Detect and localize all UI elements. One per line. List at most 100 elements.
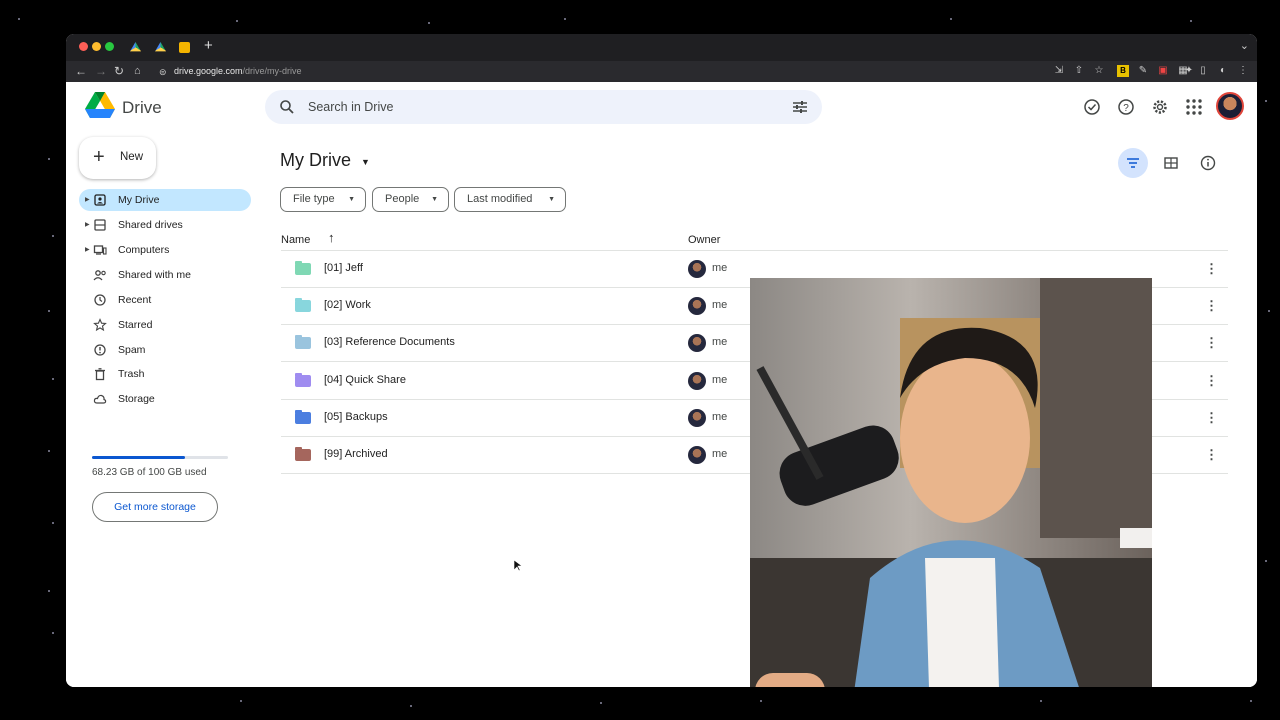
background-dot	[240, 700, 242, 702]
chevron-down-icon: ▼	[431, 196, 438, 203]
my-drive-icon	[94, 194, 106, 206]
details-button[interactable]	[1193, 148, 1223, 178]
share-icon[interactable]: ⇧	[1073, 65, 1085, 77]
background-dot	[48, 310, 50, 312]
tab-search-chevron-icon[interactable]: ⌄	[1240, 39, 1249, 52]
filter-list-icon	[1127, 158, 1139, 168]
profile-icon[interactable]: ◐	[1217, 65, 1229, 77]
sidebar-item-shared-drives[interactable]: ▶ Shared drives	[79, 214, 251, 236]
reload-icon[interactable]: ↻	[114, 64, 124, 78]
more-actions-icon[interactable]: ⋮	[1205, 335, 1218, 351]
more-actions-icon[interactable]: ⋮	[1205, 298, 1218, 314]
clock-icon	[94, 294, 106, 306]
file-name[interactable]: [03] Reference Documents	[324, 336, 455, 348]
sidebar-item-recent[interactable]: Recent	[79, 289, 251, 311]
background-dot	[52, 632, 54, 634]
puzzle-button-icon[interactable]: ✦	[1183, 65, 1195, 77]
filter-people-label: People	[385, 193, 420, 205]
background-dot	[236, 20, 238, 22]
extension-b-icon[interactable]: B	[1117, 65, 1129, 77]
grid-view-button[interactable]	[1156, 148, 1186, 178]
expand-caret-icon[interactable]: ▶	[85, 246, 90, 253]
filter-toggle-button[interactable]	[1118, 148, 1148, 178]
owner-avatar	[688, 260, 706, 278]
new-button[interactable]: + New	[79, 137, 156, 179]
sort-ascending-icon[interactable]: ↑	[328, 230, 335, 245]
column-header-name[interactable]: Name	[281, 234, 310, 246]
filter-people[interactable]: People ▼	[372, 187, 449, 212]
install-icon[interactable]: ⇲	[1053, 65, 1065, 77]
chevron-down-icon: ▼	[548, 196, 555, 203]
more-actions-icon[interactable]: ⋮	[1205, 410, 1218, 426]
filter-last-modified[interactable]: Last modified ▼	[454, 187, 566, 212]
tab-slides[interactable]	[179, 42, 190, 53]
search-input[interactable]: Search in Drive	[308, 100, 393, 114]
svg-text:?: ?	[1123, 103, 1129, 114]
expand-caret-icon[interactable]: ▶	[85, 221, 90, 228]
get-more-storage-button[interactable]: Get more storage	[92, 492, 218, 522]
star-icon	[93, 318, 107, 332]
expand-caret-icon[interactable]: ▶	[85, 196, 90, 203]
background-dot	[1190, 20, 1192, 22]
account-avatar[interactable]	[1216, 92, 1244, 120]
site-info-icon[interactable]: ⊜	[159, 65, 167, 79]
sidebar-item-computers[interactable]: ▶ Computers	[79, 239, 251, 261]
url-field[interactable]: drive.google.com/drive/my-drive	[174, 66, 302, 76]
filter-file-type[interactable]: File type ▼	[280, 187, 366, 212]
browser-menu-icon[interactable]: ⋮	[1237, 65, 1249, 77]
sidebar-item-my-drive[interactable]: ▶ My Drive	[79, 189, 251, 211]
sidebar-item-starred[interactable]: Starred	[79, 314, 251, 336]
side-panel-icon[interactable]: ▯	[1197, 65, 1209, 77]
extension-edit-icon[interactable]: ✎	[1137, 65, 1149, 77]
close-window-button[interactable]	[79, 42, 88, 51]
minimize-window-button[interactable]	[92, 42, 101, 51]
owner-name: me	[712, 373, 728, 386]
url-path: /drive/my-drive	[242, 66, 302, 76]
search-options-icon[interactable]	[792, 100, 808, 114]
webcam-overlay	[750, 278, 1152, 687]
apps-grid-icon[interactable]	[1184, 97, 1204, 117]
page-title[interactable]: My Drive	[280, 150, 351, 171]
extension-red-icon[interactable]: ▣	[1157, 65, 1169, 77]
more-actions-icon[interactable]: ⋮	[1205, 447, 1218, 463]
search-bar[interactable]: Search in Drive	[265, 90, 822, 124]
file-name[interactable]: [01] Jeff	[324, 262, 363, 274]
file-name[interactable]: [04] Quick Share	[324, 374, 406, 386]
sidebar-item-trash[interactable]: Trash	[79, 363, 251, 385]
forward-icon[interactable]: →	[95, 64, 107, 78]
folder-icon	[295, 261, 311, 275]
storage-bar-fill	[92, 456, 185, 459]
file-name[interactable]: [99] Archived	[324, 448, 388, 460]
sidebar-item-spam[interactable]: Spam	[79, 339, 251, 361]
home-icon[interactable]: ⌂	[134, 64, 141, 78]
search-icon[interactable]	[279, 99, 295, 115]
maximize-window-button[interactable]	[105, 42, 114, 51]
tab-drive-2[interactable]	[155, 42, 166, 52]
more-actions-icon[interactable]: ⋮	[1205, 261, 1218, 277]
settings-gear-icon[interactable]	[1150, 97, 1170, 117]
new-tab-button[interactable]: +	[204, 38, 213, 54]
folder-icon	[295, 335, 311, 350]
bookmark-star-icon[interactable]: ☆	[1093, 65, 1105, 77]
owner-name: me	[712, 410, 728, 423]
owner-name: me	[712, 299, 728, 312]
back-icon[interactable]: ←	[75, 64, 87, 78]
drive-app: Drive Search in Drive ? + New ▶ My Drive ▶…	[66, 82, 1257, 687]
sidebar-item-shared-with-me[interactable]: Shared with me	[79, 264, 251, 286]
title-dropdown-icon[interactable]: ▼	[361, 157, 370, 167]
presenter-video-image	[750, 278, 1152, 687]
grid-view-icon	[1164, 157, 1178, 169]
background-dot	[564, 18, 566, 20]
app-title: Drive	[122, 98, 162, 117]
background-dot	[600, 702, 602, 704]
file-name[interactable]: [02] Work	[324, 299, 371, 311]
more-actions-icon[interactable]: ⋮	[1205, 373, 1218, 389]
offline-ready-icon[interactable]	[1082, 97, 1102, 117]
help-icon[interactable]: ?	[1116, 97, 1136, 117]
sidebar-item-label: Trash	[118, 368, 145, 380]
sidebar-item-storage[interactable]: Storage	[79, 388, 251, 410]
tab-drive[interactable]	[130, 42, 141, 52]
file-name[interactable]: [05] Backups	[324, 411, 388, 423]
owner-avatar	[688, 334, 706, 353]
column-header-owner: Owner	[688, 234, 721, 246]
